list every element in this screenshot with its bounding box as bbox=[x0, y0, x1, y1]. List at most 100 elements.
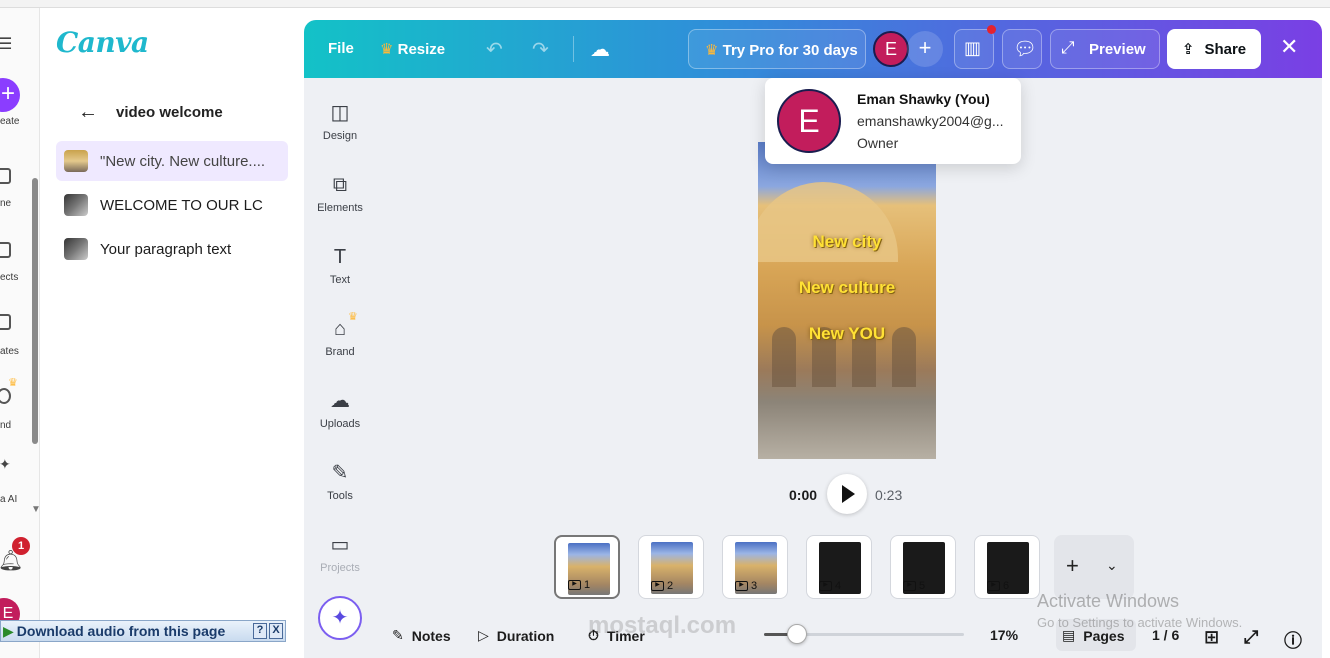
list-item[interactable]: Your paragraph text bbox=[56, 229, 288, 269]
help-button[interactable]: ? bbox=[253, 623, 267, 639]
notification-dot bbox=[987, 25, 996, 34]
upload-icon: ⇪ bbox=[1181, 41, 1195, 58]
rail-scrollbar[interactable] bbox=[32, 178, 38, 444]
crown-icon: ♛ bbox=[705, 42, 719, 59]
page-number: 5 bbox=[919, 580, 926, 592]
page-label: ▶ 2 bbox=[651, 580, 673, 592]
side-brand-label: Brand bbox=[325, 346, 355, 358]
fullscreen-icon[interactable]: ⤢ bbox=[1244, 627, 1258, 648]
side-projects-label: Projects bbox=[320, 562, 360, 574]
page-label: ▶ 6 bbox=[987, 580, 1009, 592]
help-icon[interactable]: ⓘ bbox=[1284, 627, 1302, 653]
video-icon: ▶ bbox=[903, 581, 916, 591]
share-label: Share bbox=[1204, 40, 1247, 58]
thumbnail-image bbox=[64, 238, 88, 260]
zoom-value[interactable]: 17% bbox=[990, 627, 1018, 643]
try-pro-button[interactable]: ♛ Try Pro for 30 days bbox=[688, 29, 866, 69]
resize-button[interactable]: ♛ Resize bbox=[380, 40, 445, 58]
rail-projects-label: ects bbox=[0, 272, 19, 283]
try-pro-label: Try Pro for 30 days bbox=[722, 42, 858, 59]
side-tools[interactable]: ✎ Tools bbox=[304, 462, 376, 502]
preview-button[interactable]: ⤢ Preview bbox=[1050, 29, 1160, 69]
canvas-text-line-3[interactable]: New YOU bbox=[758, 324, 936, 344]
canva-logo[interactable]: Canva bbox=[56, 26, 149, 59]
bar-chart-icon: ▥ bbox=[964, 38, 982, 58]
rail-ai-label: a AI bbox=[0, 494, 18, 505]
editor-topbar: File ♛ Resize ↶ ↷ ☁ ♛ Try Pro for 30 day… bbox=[304, 20, 1322, 78]
close-icon[interactable]: ✕ bbox=[1280, 34, 1298, 60]
redo-icon[interactable]: ↷ bbox=[532, 37, 549, 62]
undo-icon[interactable]: ↶ bbox=[486, 37, 503, 62]
list-item[interactable]: WELCOME TO OUR LC bbox=[56, 185, 288, 225]
insights-button[interactable]: ▥ bbox=[954, 29, 994, 69]
page-label: ▶ 5 bbox=[903, 580, 925, 592]
resize-label: Resize bbox=[397, 41, 446, 58]
brand-icon: ⌂ bbox=[333, 318, 347, 340]
side-projects[interactable]: ▭ Projects bbox=[304, 534, 376, 574]
side-design[interactable]: ◫ Design bbox=[304, 102, 376, 142]
sparkle-icon[interactable]: ✦ bbox=[0, 456, 11, 473]
collapse-icon[interactable]: ☰ bbox=[0, 34, 12, 54]
page-thumbnail[interactable]: ▶ 5 bbox=[890, 535, 956, 599]
side-elements[interactable]: ⧉ Elements bbox=[304, 174, 376, 214]
close-button[interactable]: X bbox=[269, 623, 283, 639]
activate-windows-title: Activate Windows bbox=[1037, 591, 1180, 611]
video-icon: ▶ bbox=[651, 581, 664, 591]
download-audio-link[interactable]: Download audio from this page bbox=[17, 623, 225, 639]
page-number: 2 bbox=[667, 580, 674, 592]
list-item-label: "New city. New culture.... bbox=[100, 152, 266, 170]
projects-icon[interactable] bbox=[0, 242, 11, 258]
side-uploads-label: Uploads bbox=[319, 418, 361, 430]
canvas-text-line-2[interactable]: New culture bbox=[758, 278, 936, 298]
zoom-slider-handle[interactable] bbox=[787, 624, 807, 644]
side-text[interactable]: T Text bbox=[304, 246, 376, 286]
magic-assistant-button[interactable]: ✦ bbox=[318, 596, 362, 640]
file-menu[interactable]: File bbox=[328, 40, 354, 57]
current-time: 0:00 bbox=[789, 487, 818, 503]
page-thumbnail[interactable]: ▶ 6 bbox=[974, 535, 1040, 599]
panel-title: video welcome bbox=[116, 104, 223, 121]
add-page-button[interactable]: + ⌄ bbox=[1054, 535, 1134, 599]
share-button[interactable]: ⇪ Share bbox=[1167, 29, 1261, 69]
comment-icon: 💬︎ bbox=[1013, 39, 1038, 60]
canvas-text-line-1[interactable]: New city bbox=[758, 232, 936, 252]
play-button[interactable] bbox=[827, 474, 867, 514]
chevron-down-icon[interactable]: ⌄ bbox=[1106, 557, 1118, 574]
page-thumbnail[interactable]: ▶ 4 bbox=[806, 535, 872, 599]
divider bbox=[573, 36, 574, 62]
home-icon[interactable] bbox=[0, 168, 11, 184]
page-number: 3 bbox=[751, 580, 758, 592]
side-uploads[interactable]: ☁ Uploads bbox=[304, 390, 376, 430]
browser-strip bbox=[0, 0, 1330, 8]
total-time: 0:23 bbox=[875, 487, 903, 503]
grid-view-icon[interactable]: ⊞ bbox=[1204, 627, 1219, 648]
rail-brand-label: nd bbox=[0, 420, 12, 431]
popup-role: Owner bbox=[857, 135, 899, 151]
back-arrow-icon[interactable]: ← bbox=[78, 101, 98, 124]
page-thumbnail[interactable]: ▶ 2 bbox=[638, 535, 704, 599]
rail-templates-label: ates bbox=[0, 346, 19, 357]
popup-avatar: E bbox=[777, 89, 841, 153]
page-label: ▶ 4 bbox=[819, 580, 841, 592]
elements-icon: ⧉ bbox=[332, 174, 348, 196]
duration-button[interactable]: ▷ Duration bbox=[478, 627, 554, 644]
editor: File ♛ Resize ↶ ↷ ☁ ♛ Try Pro for 30 day… bbox=[304, 20, 1322, 658]
add-collaborator-button[interactable]: + bbox=[907, 31, 943, 67]
popup-name: Eman Shawky (You) bbox=[857, 91, 990, 107]
thumbnail-image bbox=[64, 150, 88, 172]
page-label: ▶ 1 bbox=[568, 579, 590, 591]
download-audio-bar[interactable]: ▶ Download audio from this page ? X bbox=[0, 620, 286, 642]
page-thumbnail[interactable]: ▶ 3 bbox=[722, 535, 788, 599]
notes-button[interactable]: ✎ Notes bbox=[392, 627, 451, 644]
templates-icon[interactable] bbox=[0, 314, 11, 330]
comments-button[interactable]: 💬︎ bbox=[1002, 29, 1042, 69]
design-canvas[interactable]: New city New culture New YOU bbox=[758, 142, 936, 459]
cloud-saved-icon[interactable]: ☁ bbox=[590, 37, 610, 62]
list-item[interactable]: "New city. New culture.... bbox=[56, 141, 288, 181]
list-item-label: WELCOME TO OUR LC bbox=[100, 196, 263, 214]
page-number: 1 bbox=[584, 579, 591, 591]
page-thumbnail[interactable]: ▶ 1 bbox=[554, 535, 620, 599]
side-brand[interactable]: ⌂ Brand bbox=[304, 318, 376, 358]
side-design-label: Design bbox=[322, 130, 358, 142]
collaborator-avatar[interactable]: E bbox=[873, 31, 909, 67]
